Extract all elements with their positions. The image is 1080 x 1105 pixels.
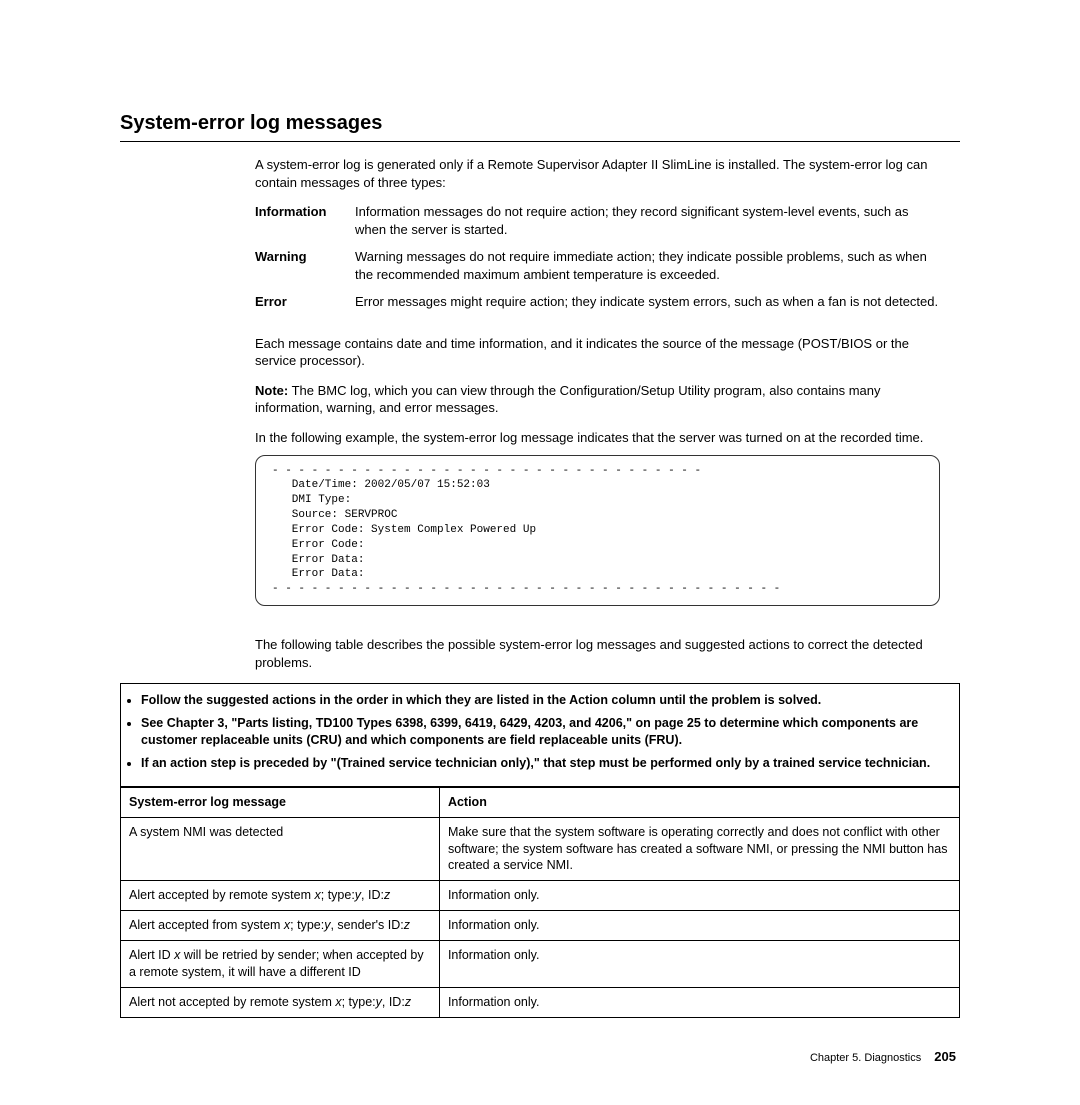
def-term: Error <box>255 293 355 321</box>
example-paragraph: In the following example, the system-err… <box>255 429 940 447</box>
header-message: System-error log message <box>121 787 439 817</box>
page-footer: Chapter 5. Diagnostics 205 <box>120 1048 960 1066</box>
message-table: System-error log message Action A system… <box>121 787 959 1017</box>
note-paragraph: Note: The BMC log, which you can view th… <box>255 382 940 417</box>
footer-page-number: 205 <box>934 1049 956 1064</box>
def-row: Error Error messages might require actio… <box>255 293 940 321</box>
header-action: Action <box>439 787 959 817</box>
cell-action: Information only. <box>439 987 959 1016</box>
action-box: Follow the suggested actions in the orde… <box>120 683 960 1017</box>
intro-paragraph: A system-error log is generated only if … <box>255 156 940 191</box>
heading-rule <box>120 141 960 142</box>
footer-chapter: Chapter 5. Diagnostics <box>810 1052 921 1064</box>
code-example: - - - - - - - - - - - - - - - - - - - - … <box>255 455 940 607</box>
note-body: The BMC log, which you can view through … <box>255 383 881 416</box>
cell-action: Information only. <box>439 911 959 941</box>
def-term: Warning <box>255 248 355 293</box>
table-row: Alert accepted by remote system x; type:… <box>121 881 959 911</box>
def-desc: Information messages do not require acti… <box>355 203 940 248</box>
cell-message: A system NMI was detected <box>121 817 439 881</box>
table-row: Alert not accepted by remote system x; t… <box>121 987 959 1016</box>
def-desc: Warning messages do not require immediat… <box>355 248 940 293</box>
definition-list: Information Information messages do not … <box>255 203 940 321</box>
cell-message: Alert not accepted by remote system x; t… <box>121 987 439 1016</box>
cell-action: Information only. <box>439 881 959 911</box>
def-desc: Error messages might require action; the… <box>355 293 940 321</box>
def-row: Warning Warning messages do not require … <box>255 248 940 293</box>
table-row: Alert ID x will be retried by sender; wh… <box>121 941 959 988</box>
cell-message: Alert accepted from system x; type:y, se… <box>121 911 439 941</box>
table-row: A system NMI was detected Make sure that… <box>121 817 959 881</box>
cell-message: Alert ID x will be retried by sender; wh… <box>121 941 439 988</box>
def-row: Information Information messages do not … <box>255 203 940 248</box>
action-bullet: If an action step is preceded by "(Train… <box>141 755 947 772</box>
cell-action: Information only. <box>439 941 959 988</box>
table-header-row: System-error log message Action <box>121 787 959 817</box>
page-title: System-error log messages <box>120 110 960 137</box>
action-bullet: See Chapter 3, "Parts listing, TD100 Typ… <box>141 715 947 749</box>
action-bullet: Follow the suggested actions in the orde… <box>141 692 947 709</box>
def-term: Information <box>255 203 355 248</box>
each-message-paragraph: Each message contains date and time info… <box>255 335 940 370</box>
note-label: Note: <box>255 383 288 398</box>
action-notes: Follow the suggested actions in the orde… <box>121 684 959 787</box>
table-intro-paragraph: The following table describes the possib… <box>255 636 940 671</box>
cell-message: Alert accepted by remote system x; type:… <box>121 881 439 911</box>
cell-action: Make sure that the system software is op… <box>439 817 959 881</box>
table-row: Alert accepted from system x; type:y, se… <box>121 911 959 941</box>
